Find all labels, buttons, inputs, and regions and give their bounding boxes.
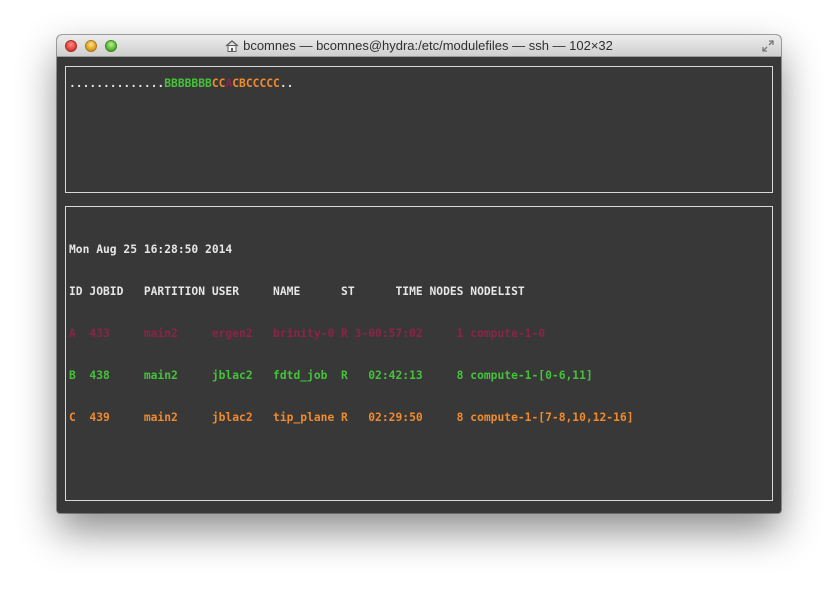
progress-b-run: BBBBBBB — [164, 77, 212, 90]
queue-row-a: A 433 main2 ergen2 brinity-0 R 3-00:57:0… — [69, 327, 546, 340]
title-bar[interactable]: bcomnes — bcomnes@hydra:/etc/modulefiles… — [57, 35, 781, 57]
progress-c-run-2: CBCCCCC — [232, 77, 280, 90]
progress-c-run: CC — [211, 77, 226, 90]
window-title-wrap: bcomnes — bcomnes@hydra:/etc/modulefiles… — [57, 38, 781, 53]
queue-pane[interactable]: Mon Aug 25 16:28:50 2014 ID JOBID PARTIT… — [65, 206, 773, 501]
queue-row-c: C 439 main2 jblac2 tip_plane R 02:29:50 … — [69, 411, 634, 424]
queue-timestamp: Mon Aug 25 16:28:50 2014 — [69, 243, 233, 256]
fullscreen-icon[interactable] — [761, 39, 775, 53]
progress-tail: .. — [279, 77, 294, 90]
window-title: bcomnes — bcomnes@hydra:/etc/modulefiles… — [243, 38, 613, 53]
queue-output: Mon Aug 25 16:28:50 2014 ID JOBID PARTIT… — [69, 215, 634, 453]
progress-line: ..............BBBBBBBCCACBCCCCC.. — [69, 77, 293, 91]
queue-header: ID JOBID PARTITION USER NAME ST TIME NOD… — [69, 285, 525, 298]
queue-row-b: B 438 main2 jblac2 fdtd_job R 02:42:13 8… — [69, 369, 593, 382]
progress-pane[interactable]: ..............BBBBBBBCCACBCCCCC.. — [65, 66, 773, 193]
progress-dots: .............. — [69, 77, 165, 90]
terminal-window: bcomnes — bcomnes@hydra:/etc/modulefiles… — [57, 35, 781, 513]
house-icon — [225, 40, 239, 52]
